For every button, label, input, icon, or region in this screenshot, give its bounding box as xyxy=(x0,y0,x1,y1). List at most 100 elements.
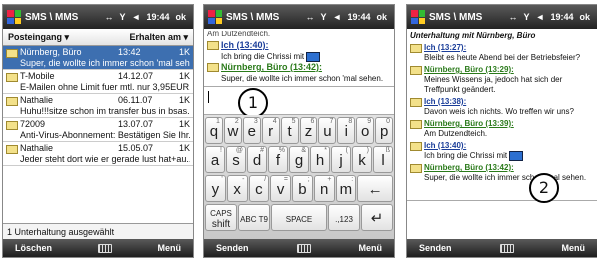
message-input[interactable] xyxy=(204,87,394,115)
key-alt: ß xyxy=(385,147,390,154)
key-y[interactable]: ' y xyxy=(205,175,226,202)
message-row[interactable]: 72009 13.07.07 1K Anti-Virus-Abonnement: Be… xyxy=(3,118,193,142)
key-k[interactable]: ) k xyxy=(352,146,372,173)
key-x[interactable]: -x xyxy=(226,175,248,202)
key-label: x xyxy=(233,181,241,198)
connectivity-icon[interactable]: ↔ xyxy=(105,12,114,22)
windows-start-icon[interactable] xyxy=(411,10,425,24)
signal-icon[interactable]: Y xyxy=(321,12,327,22)
key-e[interactable]: 3e xyxy=(242,117,261,144)
space-key[interactable]: SPACE xyxy=(271,204,327,231)
backspace-key[interactable]: ← xyxy=(357,175,393,202)
message-icon xyxy=(410,164,422,174)
volume-icon[interactable]: ◄ xyxy=(132,12,141,22)
send-softkey[interactable]: Senden xyxy=(419,243,452,253)
enter-key[interactable]: ↵ xyxy=(361,204,393,231)
message-body: Ich bring die Chrissi mit xyxy=(424,151,508,161)
message-icon xyxy=(6,121,18,130)
send-softkey[interactable]: Senden xyxy=(216,243,249,253)
message-row[interactable]: T-Mobile 14.12.07 1K E-Mailen ohne Limit fu… xyxy=(3,70,193,94)
message-icon xyxy=(410,120,422,129)
number-mode-key[interactable]: .,123 xyxy=(328,204,360,231)
key-g[interactable]: & g xyxy=(289,146,309,173)
volume-icon[interactable]: ◄ xyxy=(536,12,545,22)
windows-start-icon[interactable] xyxy=(7,10,21,24)
key-label: a xyxy=(210,152,220,169)
conversation-entry: Ich (13:38): Davon weis ich nichts. Wo tr… xyxy=(410,97,594,117)
ok-button[interactable]: ok xyxy=(376,12,387,22)
key-alt: 6 xyxy=(310,118,315,125)
message-icon xyxy=(410,98,422,107)
signal-icon[interactable]: Y xyxy=(120,12,126,22)
message-icon xyxy=(6,145,18,154)
message-text: Am Dutzendteich. xyxy=(424,129,594,139)
key-i[interactable]: 8i xyxy=(337,117,356,144)
menu-softkey[interactable]: Menü xyxy=(157,243,181,253)
key-p[interactable]: 0p xyxy=(375,117,394,144)
key-n[interactable]: + n xyxy=(313,175,335,202)
message-row[interactable]: Nürnberg, Büro 13:42 1K Super, die wollte i… xyxy=(3,46,193,70)
key-z[interactable]: 6z xyxy=(299,117,318,144)
clock[interactable]: 19:44 xyxy=(550,12,573,22)
key-m[interactable]: :m xyxy=(335,175,357,202)
key-f[interactable]: % f xyxy=(268,146,288,173)
key-alt: 2 xyxy=(234,118,239,125)
key-alt: - xyxy=(242,176,245,183)
key-l[interactable]: ßl xyxy=(373,146,393,173)
key-d[interactable]: # d xyxy=(247,146,267,173)
key-q[interactable]: 1q xyxy=(205,117,223,144)
keyboard-icon[interactable] xyxy=(296,243,311,253)
clock[interactable]: 19:44 xyxy=(347,12,370,22)
key-w[interactable]: 2w xyxy=(223,117,242,144)
keyboard-icon[interactable] xyxy=(97,243,112,253)
key-alt: ! xyxy=(220,147,222,154)
key-t[interactable]: 5t xyxy=(280,117,299,144)
clock[interactable]: 19:44 xyxy=(146,12,169,22)
key-b[interactable]: ; b xyxy=(292,175,313,202)
windows-start-icon[interactable] xyxy=(208,10,222,24)
key-label: b xyxy=(298,181,307,198)
key-o[interactable]: 9o xyxy=(356,117,375,144)
menu-softkey[interactable]: Menü xyxy=(358,243,382,253)
abc-t9-toggle[interactable]: ABC T9 xyxy=(238,204,270,231)
business-card-icon xyxy=(306,51,321,62)
message-text: Super, die wollte ich immer schon 'mal s… xyxy=(424,173,594,183)
key-a[interactable]: ! a xyxy=(205,146,225,173)
conversation-entry: Nürnberg, Büro (13:42): Super, die wollte… xyxy=(410,163,594,183)
app-title: SMS \ MMS xyxy=(25,11,79,23)
key-alt: 0 xyxy=(386,118,391,125)
key-u[interactable]: 7u xyxy=(318,117,337,144)
softkey-bar: Senden Menü xyxy=(204,239,394,257)
conversation-history[interactable]: Am Dutzendteich. Ich (13:40): Ich bring … xyxy=(204,29,394,87)
message-input[interactable] xyxy=(407,201,597,241)
key-alt: ' xyxy=(221,176,223,183)
key-h[interactable]: * h xyxy=(310,146,330,173)
signal-icon[interactable]: Y xyxy=(524,12,530,22)
key-v[interactable]: = v xyxy=(270,175,291,202)
message-size: 1K xyxy=(178,119,190,129)
key-alt: @ xyxy=(235,147,243,154)
caps-shift-key[interactable]: CAPS shift xyxy=(205,204,237,231)
sort-dropdown[interactable]: Erhalten am ▾ xyxy=(129,32,188,43)
key-s[interactable]: @ s xyxy=(226,146,246,173)
key-j[interactable]: (j xyxy=(331,146,351,173)
message-row[interactable]: Nathalie 15.05.07 1K Jeder steht dort wie e… xyxy=(3,142,193,166)
menu-softkey[interactable]: Menü xyxy=(561,243,585,253)
ok-button[interactable]: ok xyxy=(175,12,186,22)
key-r[interactable]: 4r xyxy=(261,117,280,144)
ok-button[interactable]: ok xyxy=(579,12,590,22)
message-row[interactable]: Nathalie 06.11.07 1K Huhu!!!sitze schon im … xyxy=(3,94,193,118)
volume-icon[interactable]: ◄ xyxy=(333,12,342,22)
title-bar: SMS \ MMS ↔ Y ◄ 19:44 ok xyxy=(3,5,193,29)
key-alt: + xyxy=(327,176,332,183)
key-alt: : xyxy=(351,176,354,183)
message-size: 1K xyxy=(178,143,190,153)
connectivity-icon[interactable]: ↔ xyxy=(306,12,315,22)
folder-dropdown[interactable]: Posteingang ▾ xyxy=(8,32,69,43)
keyboard-icon[interactable] xyxy=(499,243,514,253)
connectivity-icon[interactable]: ↔ xyxy=(509,12,518,22)
key-c[interactable]: / c xyxy=(248,175,270,202)
conversation-history[interactable]: Unterhaltung mit Nürnberg, Büro Ich (13:… xyxy=(407,29,597,201)
delete-softkey[interactable]: Löschen xyxy=(15,243,52,253)
message-preview: Jeder steht dort wie er gerade lust hat+… xyxy=(20,154,190,164)
